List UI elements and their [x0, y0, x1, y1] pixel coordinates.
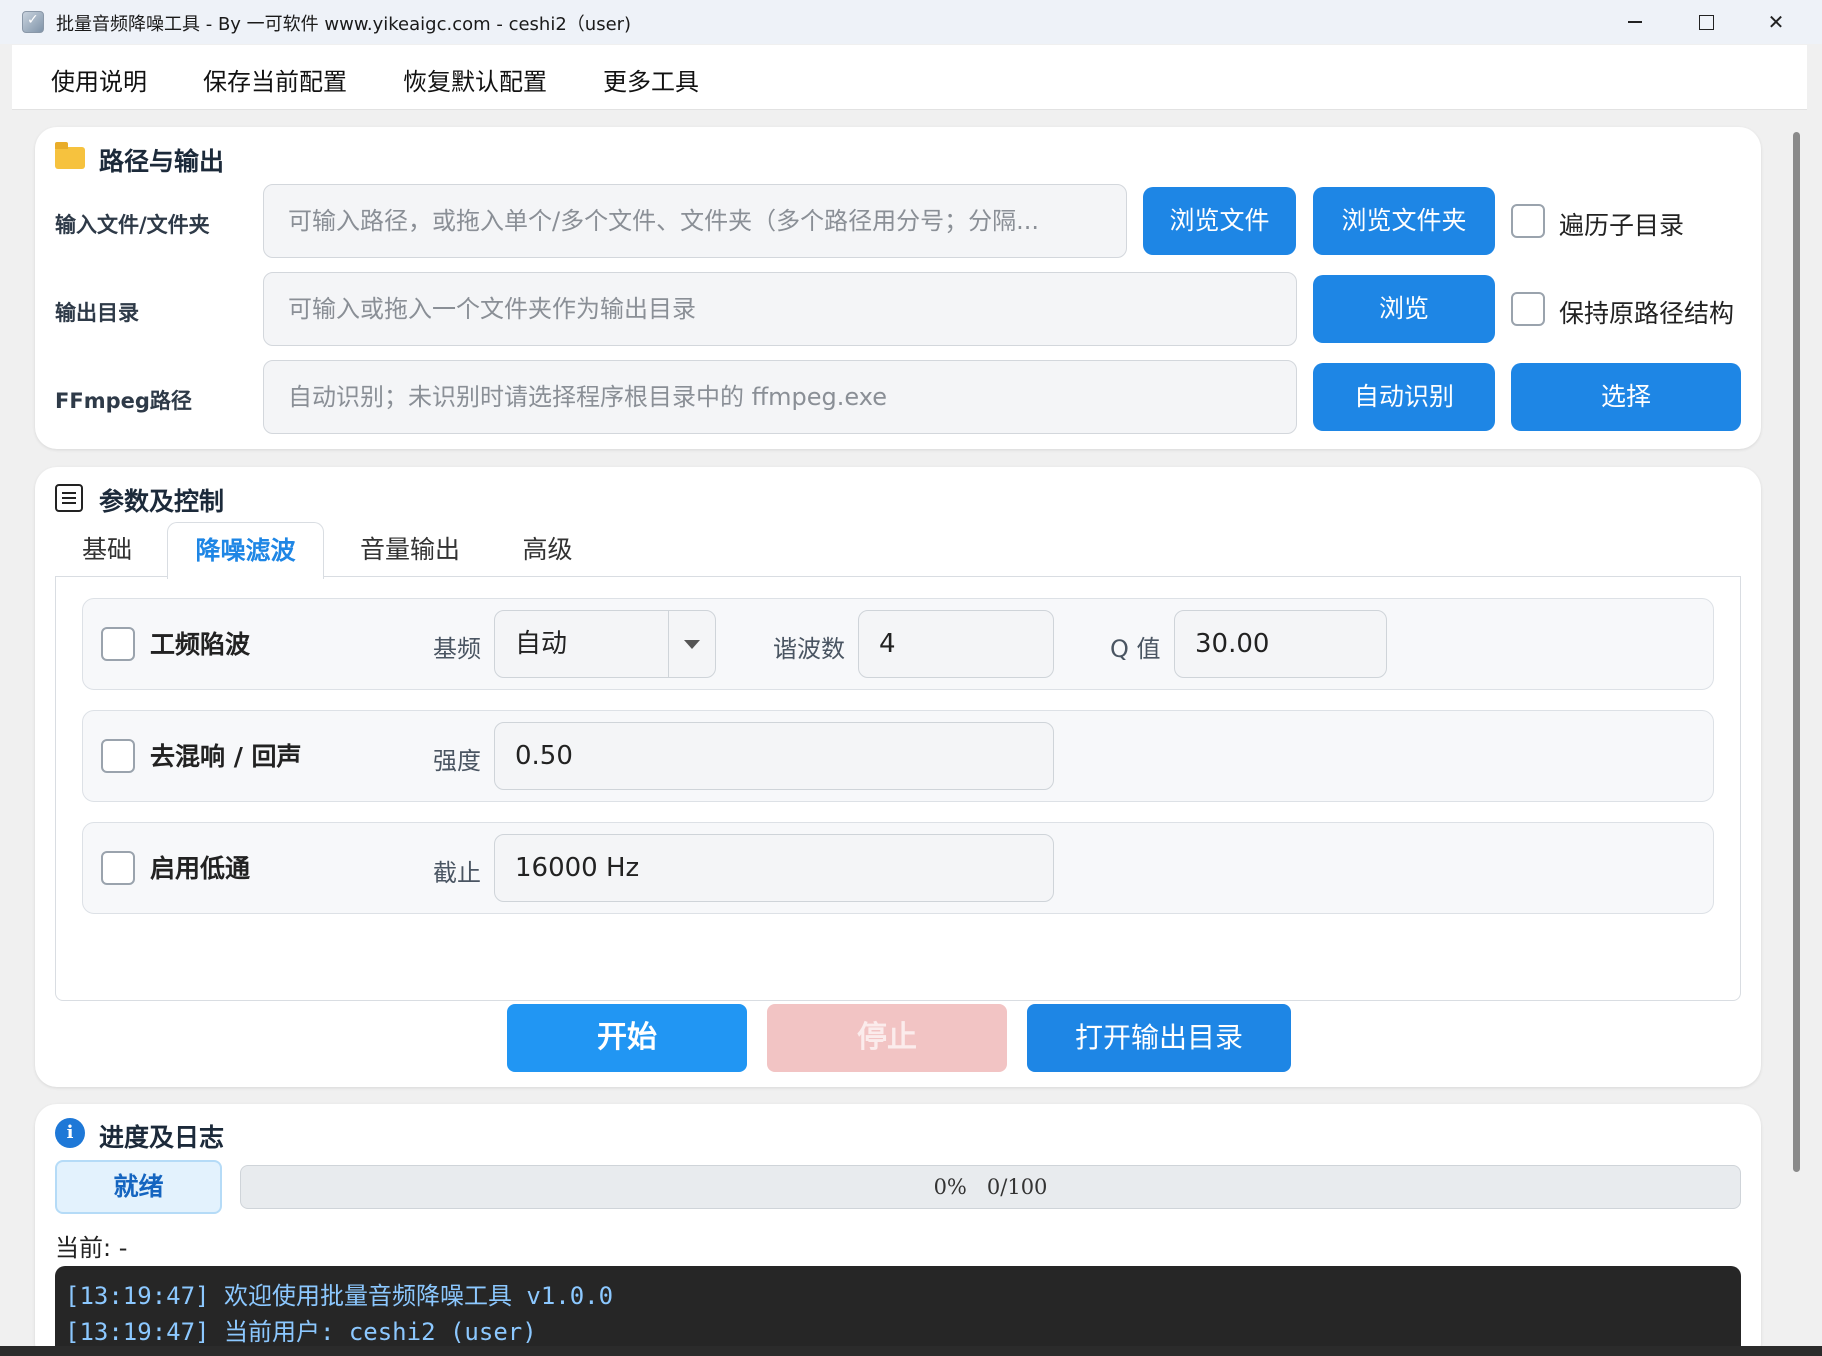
tab-advanced[interactable]: 高级	[500, 522, 595, 578]
input-path-field[interactable]: 可输入路径，或拖入单个/多个文件、文件夹（多个路径用分号；分隔...	[263, 184, 1127, 258]
lowpass-row: 启用低通 截止 16000 Hz	[82, 822, 1714, 914]
q-value-label: Q 值	[1110, 635, 1161, 663]
cutoff-input[interactable]: 16000 Hz	[494, 834, 1054, 902]
keep-structure-label: 保持原路径结构	[1559, 299, 1735, 328]
list-icon	[55, 484, 83, 512]
harmonics-label: 谐波数	[773, 635, 845, 663]
minimize-icon[interactable]	[1600, 0, 1670, 44]
status-badge: 就绪	[55, 1160, 222, 1214]
chevron-down-icon[interactable]	[668, 611, 715, 677]
notch-checkbox[interactable]	[101, 627, 135, 661]
cutoff-label: 截止	[433, 859, 481, 887]
start-button[interactable]: 开始	[507, 1004, 747, 1072]
folder-icon	[55, 142, 85, 169]
recurse-subdirs-checkbox[interactable]	[1511, 204, 1545, 238]
scrollbar-thumb[interactable]	[1793, 132, 1800, 1172]
notch-title: 工频陷波	[150, 630, 251, 659]
app-window: 批量音频降噪工具 - By 一可软件 www.yikeaigc.com - ce…	[0, 0, 1822, 1346]
harmonics-input[interactable]: 4	[858, 610, 1054, 678]
lowpass-checkbox[interactable]	[101, 851, 135, 885]
base-freq-select[interactable]: 自动	[494, 610, 716, 678]
info-icon: i	[55, 1118, 85, 1148]
notch-row: 工频陷波 基频 自动 谐波数 4 Q 值 30.00	[82, 598, 1714, 690]
log-line: [13:19:47] 当前用户: ceshi2 (user)	[65, 1318, 537, 1346]
path-panel-title: 路径与输出	[99, 147, 225, 176]
maximize-icon[interactable]	[1671, 0, 1741, 44]
base-freq-value: 自动	[515, 629, 568, 659]
lowpass-title: 启用低通	[150, 854, 251, 883]
tab-basic[interactable]: 基础	[62, 522, 152, 578]
menu-item-more-tools[interactable]: 更多工具	[603, 62, 699, 97]
title-bar: 批量音频降噪工具 - By 一可软件 www.yikeaigc.com - ce…	[0, 0, 1822, 44]
menu-item-help[interactable]: 使用说明	[51, 62, 147, 97]
recurse-subdirs-label: 遍历子目录	[1559, 211, 1685, 240]
tab-volume-output[interactable]: 音量输出	[340, 522, 480, 578]
progress-panel-title: 进度及日志	[99, 1123, 225, 1152]
stop-button[interactable]: 停止	[767, 1004, 1007, 1072]
close-icon[interactable]: ✕	[1741, 0, 1811, 44]
menu-bar: 使用说明 保存当前配置 恢复默认配置 更多工具	[12, 45, 1807, 110]
strength-input[interactable]: 0.50	[494, 722, 1054, 790]
log-line: [13:19:47] 欢迎使用批量音频降噪工具 v1.0.0	[65, 1282, 614, 1310]
menu-item-restore-default[interactable]: 恢复默认配置	[403, 62, 547, 97]
vertical-scrollbar[interactable]	[1785, 112, 1807, 1346]
browse-output-button[interactable]: 浏览	[1313, 275, 1495, 343]
select-ffmpeg-button[interactable]: 选择	[1511, 363, 1741, 431]
q-value-input[interactable]: 30.00	[1174, 610, 1387, 678]
open-output-dir-button[interactable]: 打开输出目录	[1027, 1004, 1291, 1072]
auto-detect-button[interactable]: 自动识别	[1313, 363, 1495, 431]
app-logo-icon	[22, 11, 44, 33]
progress-text: 0% 0/100	[933, 1175, 1048, 1199]
dereverb-row: 去混响 / 回声 强度 0.50	[82, 710, 1714, 802]
tab-denoise-filter[interactable]: 降噪滤波	[167, 522, 324, 579]
window-title: 批量音频降噪工具 - By 一可软件 www.yikeaigc.com - ce…	[56, 14, 632, 35]
output-label: 输出目录	[55, 301, 139, 325]
ffmpeg-path-field[interactable]: 自动识别；未识别时请选择程序根目录中的 ffmpeg.exe	[263, 360, 1297, 434]
browse-file-button[interactable]: 浏览文件	[1143, 187, 1296, 255]
dereverb-title: 去混响 / 回声	[150, 742, 302, 771]
log-console[interactable]: [13:19:47] 欢迎使用批量音频降噪工具 v1.0.0 [13:19:47…	[55, 1266, 1741, 1346]
menu-item-save-config[interactable]: 保存当前配置	[203, 62, 347, 97]
browse-folder-button[interactable]: 浏览文件夹	[1313, 187, 1495, 255]
keep-structure-checkbox[interactable]	[1511, 292, 1545, 326]
ffmpeg-label: FFmpeg路径	[55, 389, 192, 413]
dereverb-checkbox[interactable]	[101, 739, 135, 773]
strength-label: 强度	[433, 747, 481, 775]
base-freq-label: 基频	[433, 635, 481, 663]
input-label: 输入文件/文件夹	[55, 213, 210, 237]
progress-bar: 0% 0/100	[240, 1165, 1741, 1209]
params-panel-title: 参数及控制	[99, 487, 225, 516]
output-dir-field[interactable]: 可输入或拖入一个文件夹作为输出目录	[263, 272, 1297, 346]
current-file-label: 当前: -	[55, 1234, 128, 1262]
